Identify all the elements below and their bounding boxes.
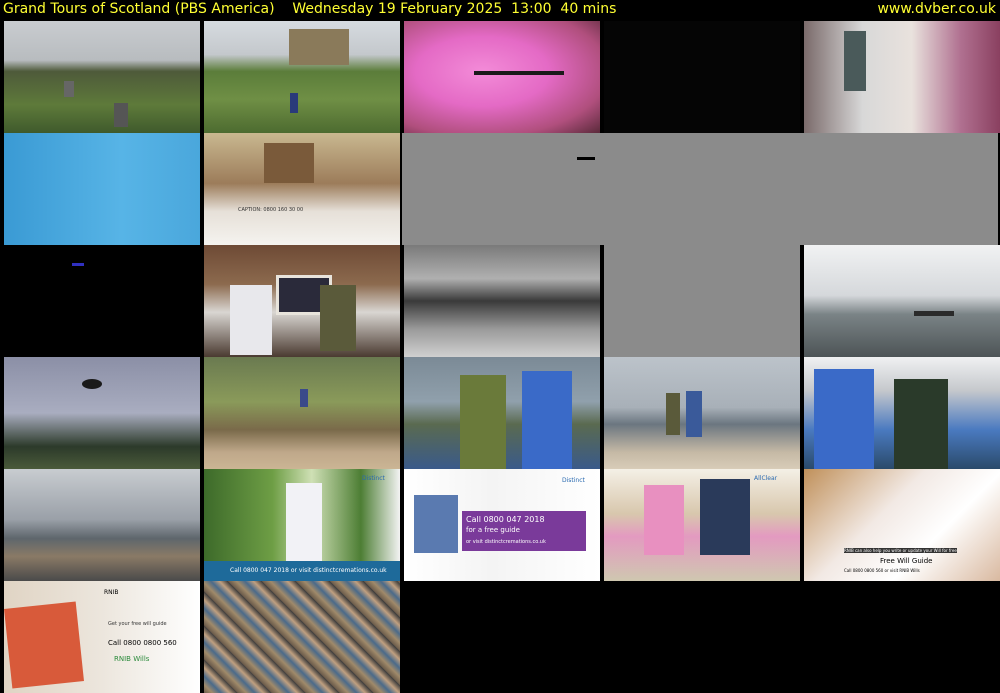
thumbnail-10[interactable] (204, 245, 400, 357)
thumbnail-19[interactable] (4, 469, 200, 581)
thumbnail-12[interactable] (604, 245, 800, 357)
bird-figure (82, 379, 102, 389)
dog-figure (264, 143, 314, 183)
hiker-figure (666, 393, 680, 435)
woman-figure (460, 375, 506, 469)
thumbnail-17[interactable] (604, 357, 800, 469)
thumbnail-18[interactable] (804, 357, 1000, 469)
ad-line-3: Call 0800 0800 560 or visit RNIB Wills (844, 568, 920, 573)
thumbnail-grid: CAPTION: 0800 160 30 00 Call 0800 047 20… (0, 19, 1000, 693)
person-figure (844, 31, 866, 91)
ad-line-3: RNIB Wills (114, 655, 150, 663)
guide-booklet (4, 601, 84, 689)
ad-line-1: Call 0800 047 2018 (466, 515, 545, 524)
guide-booklet (414, 495, 458, 553)
glitch-mark (577, 157, 595, 160)
ad-line-2: for a free guide (466, 526, 520, 534)
man-figure (522, 371, 572, 469)
tower (289, 29, 349, 65)
thumbnail-8[interactable] (402, 133, 998, 245)
brand-logo: Distinct (362, 475, 385, 482)
ad-line-2: Free Will Guide (880, 557, 933, 565)
ad-line-1: Get your free will guide (108, 621, 167, 627)
ad-line-3: or visit distinctcremations.co.uk (466, 539, 546, 545)
woman-figure (230, 285, 272, 355)
thumbnail-1[interactable] (4, 21, 200, 133)
thumbnail-15[interactable] (204, 357, 400, 469)
hiker-figure (686, 391, 702, 437)
site-link[interactable]: www.dvber.co.uk (877, 0, 996, 19)
thumbnail-4[interactable] (604, 21, 800, 133)
glitch-bar (474, 71, 564, 75)
woman-figure (894, 379, 948, 469)
programme-title: Grand Tours of Scotland (PBS America) We… (3, 1, 617, 17)
caption-text: CAPTION: 0800 160 30 00 (238, 207, 304, 213)
thumbnail-20[interactable]: Call 0800 047 2018 or visit distinctcrem… (204, 469, 400, 581)
thumbnail-16[interactable] (404, 357, 600, 469)
walker-figure (300, 389, 308, 407)
thumbnail-23[interactable]: RNIB can also help you write or update y… (804, 469, 1000, 581)
brand-logo: RNIB (104, 589, 119, 596)
brand-logo: AllClear (754, 475, 778, 482)
thumbnail-3[interactable] (404, 21, 600, 133)
thumbnail-11[interactable] (404, 245, 600, 357)
thumbnail-13[interactable] (804, 245, 1000, 357)
gravestone (64, 81, 74, 97)
thumbnail-5[interactable] (804, 21, 1000, 133)
ad-line-1: RNIB can also help you write or update y… (844, 548, 957, 553)
gravestone (114, 103, 128, 127)
man-figure (814, 369, 874, 469)
man-figure (320, 285, 356, 351)
walker-figure (290, 93, 298, 113)
ad-line-2: Call 0800 0800 560 (108, 639, 177, 647)
thumbnail-24[interactable]: RNIB Get your free will guide Call 0800 … (4, 581, 200, 693)
woman-figure (644, 485, 684, 555)
thumbnail-14[interactable] (4, 357, 200, 469)
pier (914, 311, 954, 316)
ad-text: Call 0800 047 2018 or visit distinctcrem… (230, 567, 387, 574)
thumbnail-7[interactable]: CAPTION: 0800 160 30 00 (204, 133, 400, 245)
man-figure (700, 479, 750, 555)
thumbnail-6[interactable] (4, 133, 200, 245)
thumbnail-22[interactable]: AllClear (604, 469, 800, 581)
thumbnail-9[interactable] (4, 245, 200, 357)
thumbnail-25[interactable] (204, 581, 400, 693)
thumbnail-2[interactable] (204, 21, 400, 133)
presenter-figure (286, 483, 322, 565)
glitch-mark (72, 263, 84, 266)
brand-logo: Distinct (562, 477, 585, 484)
header-bar: Grand Tours of Scotland (PBS America) We… (0, 0, 1000, 19)
thumbnail-21[interactable]: Call 0800 047 2018 for a free guide or v… (404, 469, 600, 581)
